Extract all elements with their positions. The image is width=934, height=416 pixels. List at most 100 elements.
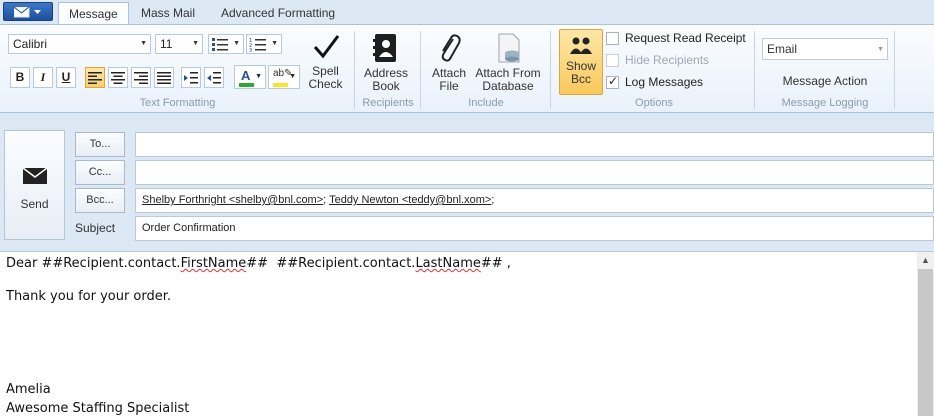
subject-label: Subject [75,221,116,235]
envelope-icon [14,7,41,18]
svg-text:3: 3 [249,48,252,52]
bcc-recipient-teddy[interactable]: Teddy Newton <teddy@bnl.xom> [329,194,491,206]
address-book-label-2: Book [372,79,400,93]
checkmark-icon [313,35,339,59]
to-field[interactable] [135,132,934,157]
cc-button[interactable]: Cc... [75,160,125,185]
application-menu-button[interactable] [3,2,53,21]
justify-button[interactable] [154,67,174,88]
chevron-down-icon: ▼ [140,40,147,47]
justify-icon [157,72,171,84]
greeting-mid: ## ##Recipient.contact. [246,256,416,271]
chevron-down-icon: ▼ [255,73,262,80]
attach-file-button[interactable]: Attach File [428,33,470,93]
bullet-list-button[interactable]: ▼ [208,34,244,54]
outdent-icon [207,72,221,84]
group-separator [420,31,421,109]
logging-type-value: Email [767,42,798,56]
spell-check-button[interactable]: Spell Check [303,33,348,91]
message-body-editor[interactable]: Dear ##Recipient.contact.FirstName## ##R… [0,251,934,416]
checkbox-box [606,54,619,67]
italic-button[interactable]: I [33,67,53,88]
scrollbar-thumb[interactable] [918,269,933,416]
hide-recipients-label: Hide Recipients [625,53,710,67]
align-right-button[interactable] [131,67,151,88]
merge-field-firstname: FirstName [180,256,247,271]
log-messages-label: Log Messages [625,75,704,89]
align-center-button[interactable] [108,67,128,88]
checkbox-box [606,32,619,45]
font-size-value: 11 [160,37,173,51]
paperclip-icon [441,34,461,62]
ribbon: Calibri ▼ 11 ▼ ▼ 1 2 3 ▼ B I U A ▼ ab✎ ▼… [0,24,934,113]
tab-advanced-formatting[interactable]: Advanced Formatting [211,2,345,24]
indent-button[interactable] [181,67,201,88]
body-scrollbar[interactable]: ▲ [917,252,934,416]
chevron-down-icon: ▼ [233,40,240,47]
attach-file-label-2: File [439,79,459,93]
bold-button[interactable]: B [10,67,30,88]
message-action-button[interactable]: Message Action [762,74,888,88]
align-center-icon [111,72,125,84]
cc-field[interactable] [135,160,934,185]
signature-name: Amelia [6,382,51,397]
font-color-button[interactable]: A ▼ [234,65,266,89]
attach-from-db-label-2: Database [482,79,534,93]
bcc-recipient-shelby[interactable]: Shelby Forthright <shelby@bnl.com> [142,194,323,206]
numbered-list-button[interactable]: 1 2 3 ▼ [246,34,282,54]
group-label-text-formatting: Text Formatting [139,97,216,109]
greeting-line: Dear ##Recipient.contact.FirstName## ##R… [6,255,511,273]
to-button[interactable]: To... [75,132,125,157]
greeting-prefix: Dear ##Recipient.contact. [6,256,181,271]
envelope-icon [22,167,48,184]
highlight-color-swatch [273,83,288,87]
show-bcc-label-2: Bcc [570,72,591,86]
font-name-select[interactable]: Calibri ▼ [8,34,151,54]
group-label-options: Options [635,97,673,109]
recipient-separator: ; [491,194,495,206]
numbered-list-icon: 1 2 3 [249,38,266,54]
spell-check-label-2: Check [308,77,343,91]
align-left-icon [88,72,102,84]
scroll-up-arrow-icon[interactable]: ▲ [917,252,934,268]
chevron-down-icon: ▼ [289,73,296,80]
checkbox-checked-box [606,74,619,89]
chevron-down-icon: ▼ [271,40,278,47]
underline-button[interactable]: U [56,67,76,88]
highlight-color-button[interactable]: ab✎ ▼ [268,65,300,89]
group-label-recipients: Recipients [362,97,414,109]
bcc-button[interactable]: Bcc... [75,188,125,213]
greeting-suffix: ## , [480,256,511,271]
align-left-button[interactable] [85,67,105,88]
send-button[interactable]: Send [4,130,65,240]
tab-mass-mail[interactable]: Mass Mail [131,2,205,24]
tab-message[interactable]: Message [58,2,129,24]
group-separator [754,31,755,109]
request-read-receipt-label: Request Read Receipt [625,31,746,45]
chevron-down-icon: ▼ [192,40,199,47]
group-separator [894,31,895,109]
bcc-field[interactable]: Shelby Forthright <shelby@bnl.com>; Tedd… [135,188,934,213]
logging-type-select[interactable]: Email ▼ [762,38,888,60]
address-book-button[interactable]: Address Book [362,33,410,93]
people-icon [570,37,592,54]
address-book-icon [373,34,396,62]
indent-icon [184,72,198,84]
font-color-swatch [239,83,254,87]
attach-from-database-button[interactable]: Attach From Database [474,33,542,93]
subject-field[interactable]: Order Confirmation [135,216,934,241]
body-line-thanks: Thank you for your order. [6,289,172,304]
signature-title: Awesome Staffing Specialist [6,401,190,416]
group-label-include: Include [468,97,504,109]
font-size-select[interactable]: 11 ▼ [155,34,203,54]
font-name-value: Calibri [13,37,48,51]
align-right-icon [134,72,148,84]
show-bcc-button[interactable]: Show Bcc [559,29,603,95]
group-separator [354,31,355,109]
bullet-list-icon [212,38,228,51]
outdent-button[interactable] [204,67,224,88]
ribbon-tab-bar: Message Mass Mail Advanced Formatting [0,0,934,24]
database-document-icon [498,33,520,63]
merge-field-lastname: LastName [415,256,481,271]
group-label-message-logging: Message Logging [781,97,869,109]
